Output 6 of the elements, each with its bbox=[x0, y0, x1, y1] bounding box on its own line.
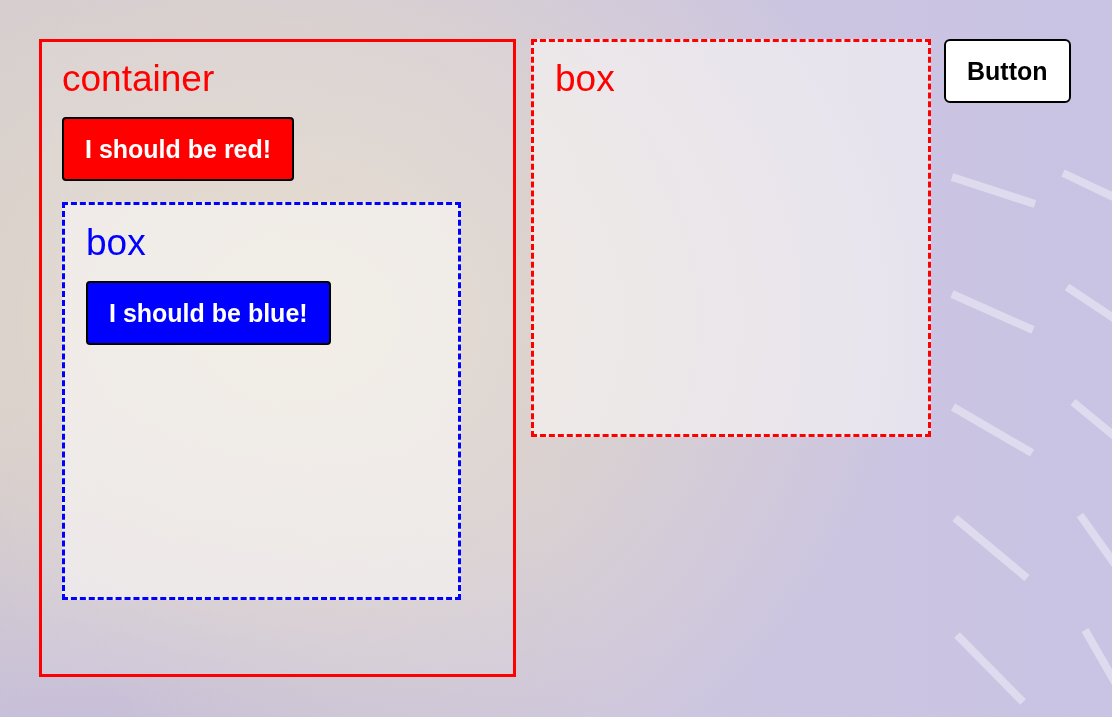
action-button[interactable]: I should be red! bbox=[62, 117, 295, 181]
panel-label: container bbox=[62, 58, 215, 100]
action-button[interactable]: I should be blue! bbox=[86, 281, 331, 345]
action-button[interactable]: Button bbox=[944, 39, 1071, 103]
panel-label: box bbox=[555, 58, 615, 100]
panel-label: box bbox=[86, 222, 146, 264]
